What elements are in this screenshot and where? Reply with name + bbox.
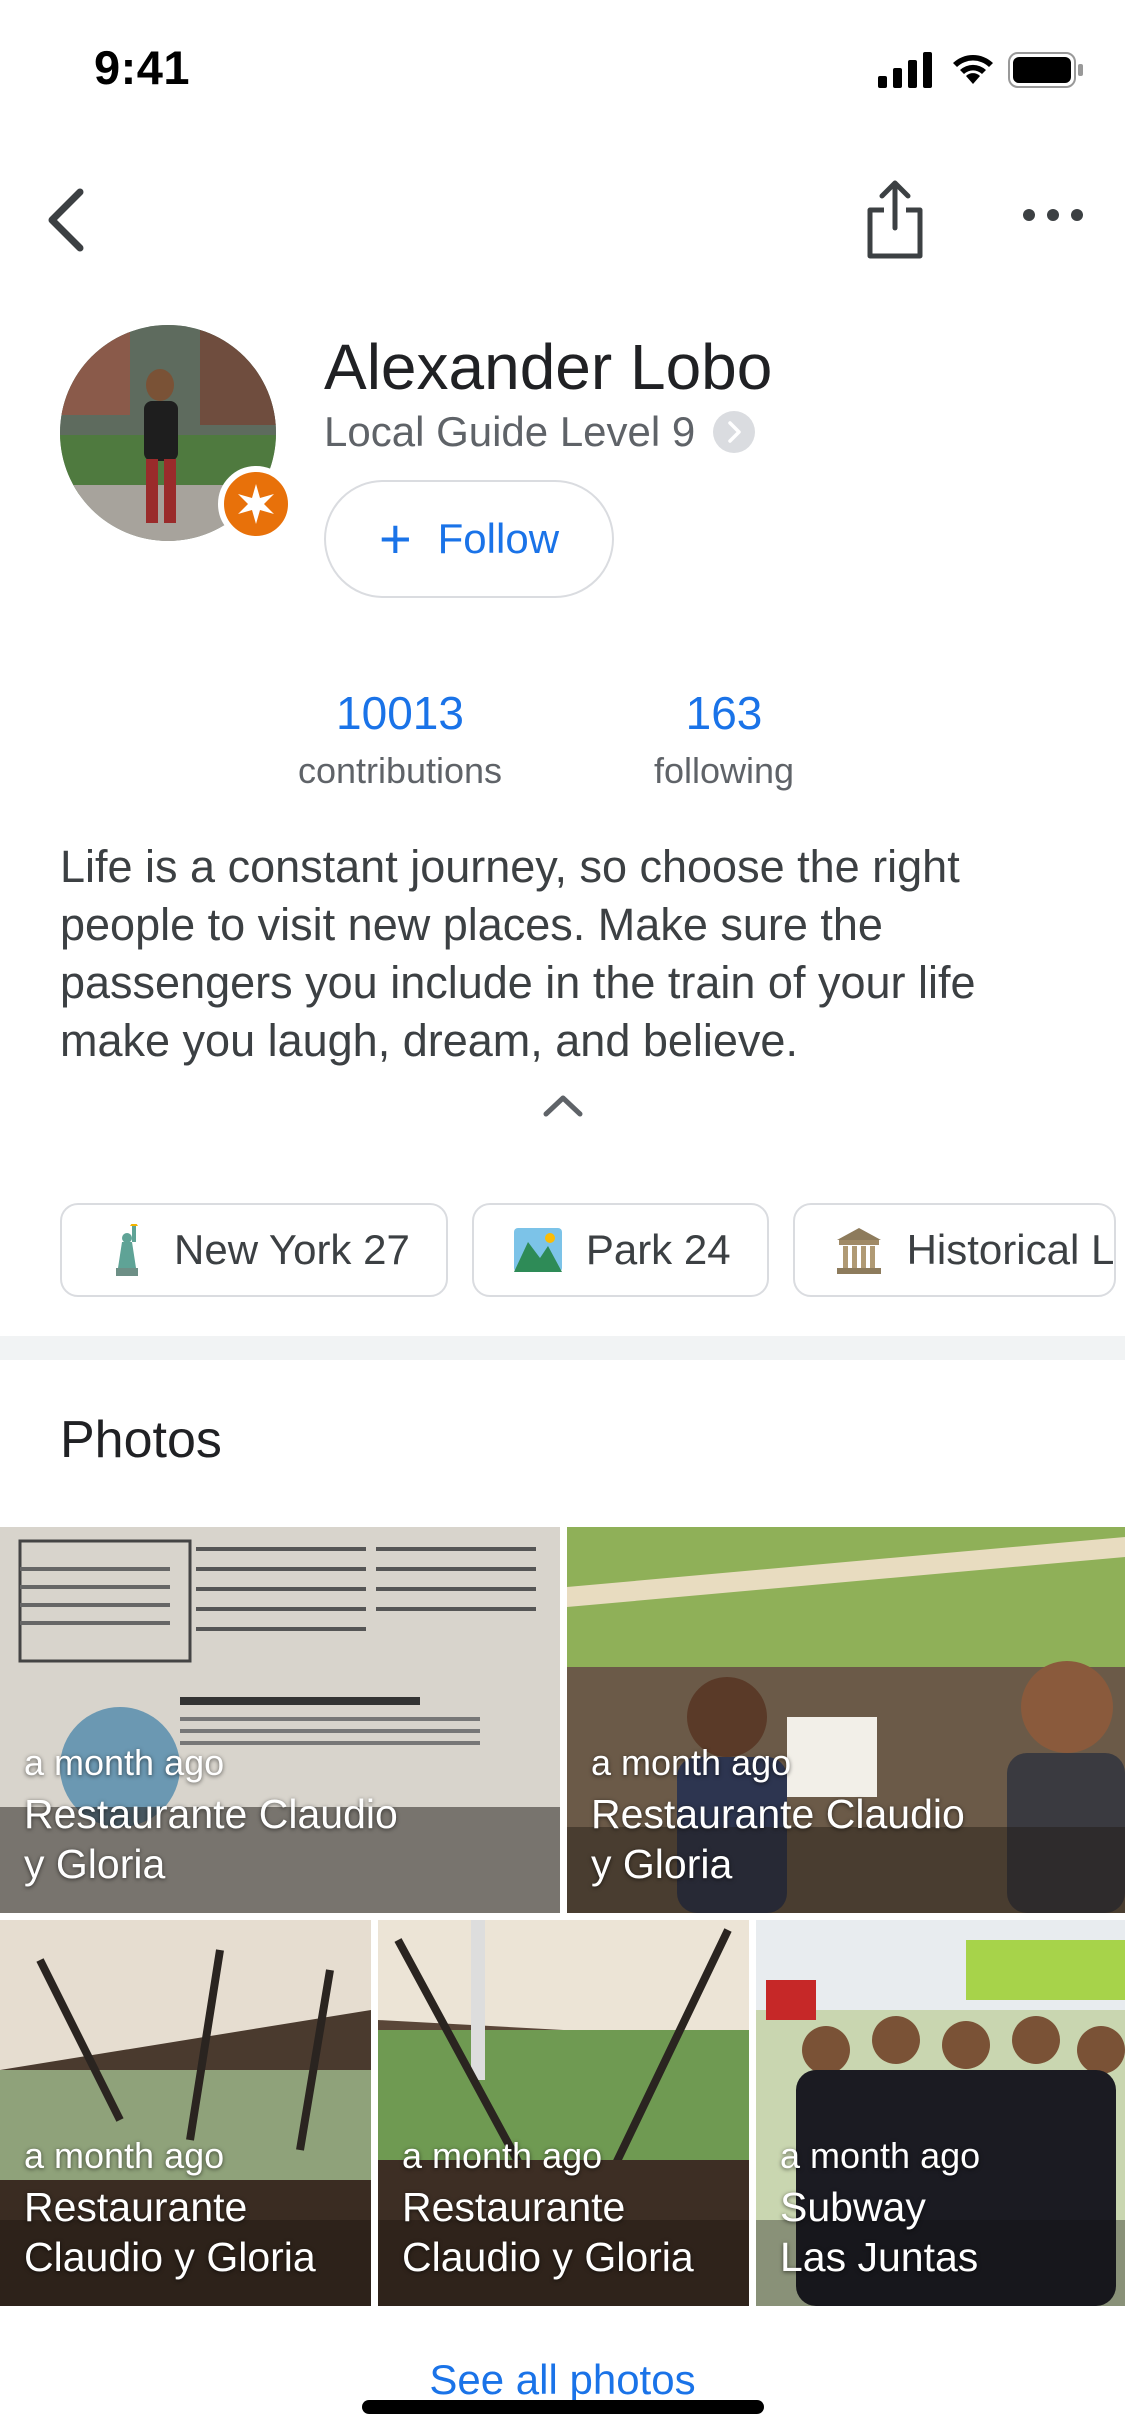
photos-section-title: Photos	[60, 1411, 222, 1469]
back-arrow-icon[interactable]	[40, 180, 100, 260]
wifi-icon	[953, 55, 993, 84]
local-guide-level-label: Local Guide Level 9	[324, 408, 696, 455]
photo-place-line2: y Gloria	[591, 1841, 733, 1887]
photo-date: a month ago	[24, 2135, 225, 2176]
photo-caption: a month ago Restaurante Claudio y Gloria	[24, 2136, 316, 2282]
profile-bio: Life is a constant journey, so choose th…	[60, 841, 976, 1066]
more-options-icon[interactable]	[1020, 200, 1086, 230]
status-time: 9:41	[94, 41, 191, 94]
follow-label: Follow	[437, 515, 560, 562]
share-icon[interactable]	[862, 178, 928, 262]
plus-icon: +	[378, 507, 412, 570]
profile-name: Alexander Lobo	[324, 331, 773, 403]
photo-tile[interactable]: a month ago Restaurante Claudio y Gloria	[0, 1920, 371, 2306]
park-icon	[513, 1228, 562, 1272]
photo-caption: a month ago Restaurante Claudio y Gloria	[591, 1743, 965, 1889]
see-all-photos-link[interactable]: See all photos	[0, 2356, 1125, 2404]
photo-place-line2: y Gloria	[24, 1841, 166, 1887]
local-guide-level[interactable]: Local Guide Level 9	[324, 408, 756, 456]
stat-contributions[interactable]: 10013 contributions	[270, 686, 530, 792]
photo-tile[interactable]: a month ago Restaurante Claudio y Gloria	[378, 1920, 749, 2306]
chevron-right-icon[interactable]	[713, 411, 756, 453]
photo-date: a month ago	[591, 1742, 792, 1783]
stat-following[interactable]: 163 following	[604, 686, 844, 792]
chip-new-york[interactable]: New York 27	[60, 1203, 448, 1297]
contributions-label: contributions	[297, 750, 503, 791]
home-indicator[interactable]	[362, 2400, 764, 2414]
photo-date: a month ago	[402, 2135, 603, 2176]
photo-tile[interactable]: a month ago Subway Las Juntas	[756, 1920, 1125, 2306]
contributions-count: 10013	[336, 687, 464, 739]
photo-place-line2: Claudio y Gloria	[24, 2234, 316, 2280]
photo-caption: a month ago Restaurante Claudio y Gloria	[24, 1743, 398, 1889]
follow-button[interactable]: + Follow	[324, 480, 614, 598]
photo-place: Restaurante Claudio	[591, 1791, 965, 1837]
chevron-up-icon[interactable]	[538, 1090, 588, 1120]
photo-place-line2: Claudio y Gloria	[402, 2234, 694, 2280]
following-count: 163	[685, 687, 763, 739]
photo-date: a month ago	[24, 1742, 225, 1783]
local-guide-star-icon	[238, 484, 274, 524]
photo-place: Restaurante	[24, 2184, 248, 2230]
photo-place: Restaurante Claudio	[24, 1791, 398, 1837]
photo-place-line2: Las Juntas	[780, 2234, 979, 2280]
photo-place: Subway	[780, 2184, 926, 2230]
chip-label: New York 27	[174, 1226, 410, 1273]
photo-tile[interactable]: a month ago Restaurante Claudio y Gloria	[567, 1527, 1125, 1913]
photo-caption: a month ago Restaurante Claudio y Gloria	[402, 2136, 694, 2282]
chip-label: Historical L	[906, 1226, 1115, 1273]
classical-building-icon	[836, 1228, 881, 1274]
photo-date: a month ago	[780, 2135, 981, 2176]
section-divider	[0, 1336, 1125, 1360]
chip-label: Park 24	[585, 1226, 731, 1273]
cellular-signal-icon	[878, 52, 932, 88]
statue-of-liberty-icon	[116, 1224, 138, 1276]
photo-tile[interactable]: a month ago Restaurante Claudio y Gloria	[0, 1527, 560, 1913]
chip-historical[interactable]: Historical L	[792, 1203, 1117, 1297]
photo-place: Restaurante	[402, 2184, 626, 2230]
following-label: following	[653, 750, 795, 791]
battery-icon	[1008, 52, 1083, 88]
local-guide-badge	[218, 466, 294, 542]
chip-park[interactable]: Park 24	[471, 1203, 769, 1297]
photo-caption: a month ago Subway Las Juntas	[780, 2136, 980, 2282]
category-chips: New York 27 Park 24 Historical L	[60, 1203, 1117, 1297]
